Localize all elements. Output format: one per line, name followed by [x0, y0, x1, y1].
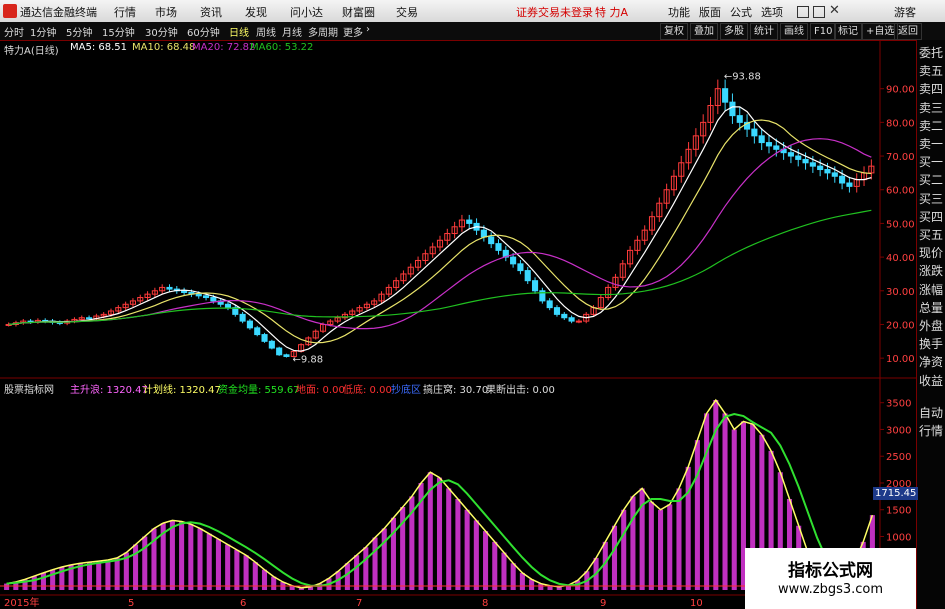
candle-body-110 [809, 162, 816, 167]
xaxis-label-5: 9 [600, 598, 606, 609]
candle-body-37 [276, 347, 283, 356]
ytick-label-sub-2: 1500 [886, 506, 911, 517]
candle-body-34 [254, 327, 261, 336]
sidebar-item-19[interactable]: 自动 [919, 404, 943, 421]
ytick-label-main-1: 20.00 [886, 320, 915, 331]
candle-body-104 [765, 142, 773, 147]
candle-body-72 [531, 280, 539, 292]
xaxis-label-2: 6 [240, 598, 246, 609]
xaxis-label-6: 10 [690, 598, 703, 609]
candle-body-22 [166, 286, 173, 290]
candle-body-115 [846, 182, 853, 187]
watermark-url: www.zbgs3.com [777, 582, 884, 597]
ytick-label-main-8: 90.00 [886, 85, 915, 96]
ytick-label-main-3: 40.00 [886, 253, 915, 264]
candle-body-26 [195, 293, 202, 297]
xaxis-label-1: 5 [128, 598, 134, 609]
candle-body-35 [261, 334, 268, 342]
sidebar-item-20[interactable]: 行情 [919, 422, 943, 439]
ytick-label-main-4: 50.00 [886, 219, 915, 230]
sidebar-item-7[interactable]: 买二 [919, 171, 943, 188]
candle-body-103 [758, 135, 765, 144]
watermark-title: 指标公式网 [788, 561, 873, 581]
sidebar-item-15[interactable]: 外盘 [919, 317, 943, 334]
ma60-line [8, 209, 872, 326]
quote-sidebar: 委托 卖五 卖四卖三 卖二 卖一 买一 买二买三 买四 买五 现价 涨跌涨幅 总量 外盘 换手 净资收益自动… [916, 40, 945, 609]
candle-body-78 [575, 320, 582, 323]
ytick-label-main-6: 70.00 [886, 152, 915, 163]
ytick-label-sub-5: 3000 [886, 425, 911, 436]
sidebar-item-5[interactable]: 卖一 [919, 135, 943, 152]
kline-chart[interactable]: 10.00 20.00 30.00 40.00 50.00 60.00 70.00 80.00… [0, 0, 945, 609]
sidebar-item-1[interactable]: 卖五 [919, 62, 943, 79]
sidebar-item-16[interactable]: 换手 [919, 335, 943, 352]
sidebar-item-9[interactable]: 买四 [919, 208, 943, 225]
sidebar-item-10[interactable]: 买五 [919, 226, 943, 243]
candle-body-28 [210, 297, 217, 302]
current-value-badge: 1715.45 [873, 487, 919, 500]
sidebar-item-11[interactable]: 现价 [919, 244, 943, 261]
ma5-line [8, 106, 872, 352]
candle-body-69 [510, 256, 517, 265]
ytick-label-main-5: 60.00 [886, 186, 915, 197]
ytick-label-sub-1: 1000 [886, 532, 911, 543]
high-annotation: ←93.88 [724, 72, 761, 83]
candle-body-99 [729, 101, 736, 117]
candle-body-38 [283, 354, 290, 357]
xaxis-label-3: 7 [356, 598, 362, 609]
candle-body-77 [568, 317, 575, 322]
sidebar-item-13[interactable]: 涨幅 [919, 281, 943, 298]
watermark: 指标公式网 www.zbgs3.com [745, 548, 916, 609]
candle-body-71 [524, 270, 531, 282]
candle-body-30 [224, 303, 232, 309]
candle-body-105 [773, 145, 780, 150]
xaxis-label-0: 2015年 [4, 596, 39, 609]
candle-body-11 [86, 317, 93, 320]
candle-body-67 [495, 243, 502, 251]
sidebar-item-2[interactable]: 卖四 [919, 80, 943, 97]
sidebar-item-3[interactable]: 卖三 [919, 99, 943, 116]
xaxis-label-4: 8 [482, 598, 488, 609]
sidebar-item-14[interactable]: 总量 [919, 299, 943, 316]
candle-body-111 [817, 165, 824, 171]
candle-body-65 [480, 229, 487, 238]
candle-body-114 [839, 175, 846, 184]
candle-body-70 [517, 263, 524, 272]
candle-body-33 [246, 320, 253, 329]
candle-body-36 [268, 340, 275, 349]
ytick-label-sub-6: 3500 [886, 399, 911, 410]
ytick-label-main-0: 10.00 [886, 354, 915, 365]
sidebar-item-12[interactable]: 涨跌 [919, 262, 943, 279]
candle-body-63 [466, 219, 473, 224]
sidebar-item-18[interactable]: 收益 [919, 372, 943, 389]
ytick-label-main-2: 30.00 [886, 287, 915, 298]
sidebar-item-8[interactable]: 买三 [919, 190, 943, 207]
candle-body-32 [239, 313, 246, 322]
candle-body-24 [181, 290, 188, 293]
candle-body-113 [831, 172, 838, 177]
candle-body-27 [202, 295, 210, 299]
candle-body-98 [722, 88, 729, 103]
candle-body-66 [488, 236, 495, 245]
sidebar-item-0[interactable]: 委托 [919, 44, 943, 61]
candle-body-74 [546, 300, 553, 309]
ma10-line [8, 119, 872, 344]
candle-body-107 [787, 152, 794, 157]
ytick-label-sub-4: 2500 [886, 452, 911, 463]
ytick-label-main-7: 80.00 [886, 118, 915, 129]
candle-body-102 [751, 128, 758, 137]
candle-body-112 [824, 169, 831, 174]
candle-body-75 [553, 307, 561, 315]
sidebar-item-17[interactable]: 净资 [919, 353, 943, 370]
sidebar-item-6[interactable]: 买一 [919, 153, 943, 170]
low-annotation: ←9.88 [292, 355, 323, 366]
candle-body-109 [802, 158, 809, 164]
candle-body-100 [736, 115, 743, 123]
candle-body-108 [795, 155, 802, 160]
sidebar-item-4[interactable]: 卖二 [919, 117, 943, 134]
candle-body-76 [561, 313, 568, 319]
